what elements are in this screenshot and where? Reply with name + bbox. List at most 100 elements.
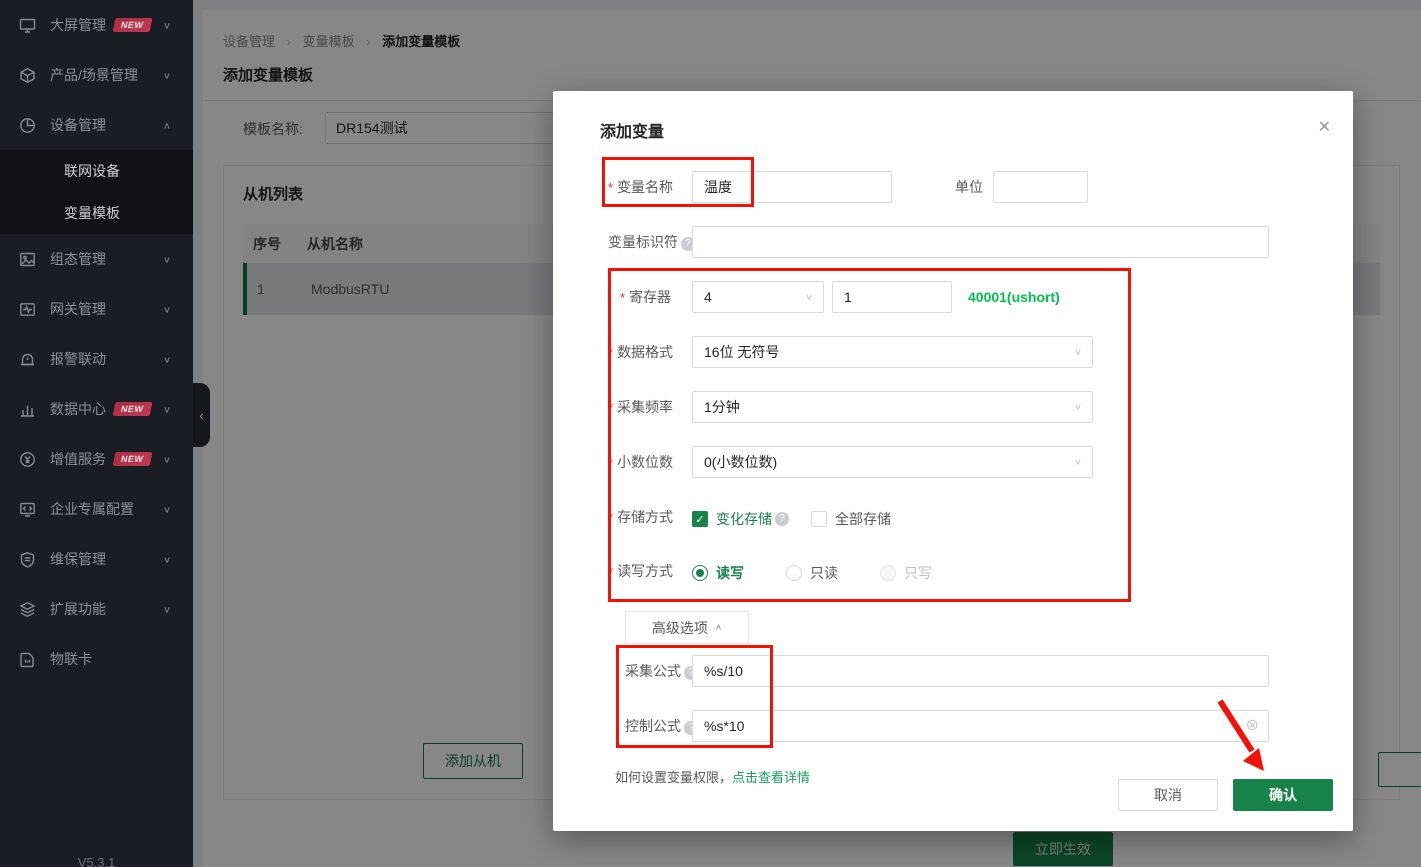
new-badge: NEW: [113, 402, 152, 416]
checkbox-checked[interactable]: ✓: [692, 511, 708, 527]
chevron-down-icon: ∨: [163, 70, 171, 80]
pie-chart-icon: [18, 116, 36, 134]
sidebar-item-product[interactable]: 产品/场景管理 ∨: [0, 50, 193, 100]
sidebar-item-label: 产品/场景管理: [50, 65, 138, 85]
sidebar-item-networked-devices[interactable]: 联网设备: [0, 150, 193, 192]
required-mark: *: [608, 564, 613, 579]
unit-input[interactable]: [993, 171, 1088, 203]
sidebar-item-label: 物联卡: [50, 649, 92, 669]
permission-note: 如何设置变量权限，点击查看详情: [615, 767, 810, 786]
terminal-icon: [18, 500, 36, 518]
sidebar-item-label: 设备管理: [50, 115, 106, 135]
new-badge: NEW: [113, 18, 152, 32]
variable-name-label: *变量名称: [608, 171, 673, 204]
collect-formula-input[interactable]: %s/10: [692, 655, 1269, 687]
sidebar-item-maintenance[interactable]: 维保管理 ∨: [0, 534, 193, 584]
radio-unselected[interactable]: [786, 565, 802, 581]
register-hint: 40001(ushort): [968, 281, 1060, 313]
collect-formula-label: 采集公式?: [625, 655, 698, 687]
radio-selected[interactable]: [692, 565, 708, 581]
chevron-down-icon: ∨: [163, 504, 171, 514]
storage-option-all-label: 全部存储: [835, 509, 891, 529]
collapse-icon: ‹: [199, 408, 203, 423]
collect-freq-select[interactable]: 1分钟 ∨: [692, 391, 1093, 423]
sidebar-item-label: 变量模板: [64, 203, 120, 223]
register-address-input[interactable]: 1: [832, 281, 952, 313]
app-window: 大屏管理 NEW ∨ 产品/场景管理 ∨ 设备管理 ∧ 联网设备 变量模板 组态…: [0, 0, 1421, 867]
shield-icon: [18, 550, 36, 568]
rw-option-readwrite-label: 读写: [716, 563, 744, 583]
rw-option-writeonly-label: 只写: [904, 563, 932, 583]
sidebar-item-variable-template[interactable]: 变量模板: [0, 192, 193, 234]
register-type-select[interactable]: 4 ∨: [692, 281, 824, 313]
sidebar-item-label: 企业专属配置: [50, 499, 134, 519]
unit-label: 单位: [955, 171, 983, 203]
add-variable-modal: 添加变量 ✕ *变量名称 温度 单位 变量标识符? *寄存器 4 ∨ 1 400…: [553, 91, 1353, 831]
clear-input-icon[interactable]: ⊗: [1246, 718, 1259, 734]
identifier-input[interactable]: [692, 226, 1269, 258]
chevron-down-icon: ∨: [1074, 396, 1082, 419]
chevron-down-icon: ∨: [163, 604, 171, 614]
advanced-options-toggle[interactable]: 高级选项 ∧: [625, 611, 749, 644]
layers-icon: [18, 600, 36, 618]
sidebar-item-label: 数据中心: [50, 399, 106, 419]
required-mark: *: [608, 180, 613, 195]
alarm-bell-icon: [18, 350, 36, 368]
sim-card-icon: [18, 650, 36, 668]
view-details-link[interactable]: 点击查看详情: [732, 770, 810, 785]
sidebar-item-label: 增值服务: [50, 449, 106, 469]
storage-option-change-label: 变化存储: [716, 509, 772, 529]
coin-icon: [18, 450, 36, 468]
sidebar-item-datacenter[interactable]: 数据中心 NEW ∨: [0, 384, 193, 434]
sidebar-item-label: 扩展功能: [50, 599, 106, 619]
sidebar-item-iot-card[interactable]: 物联卡: [0, 634, 193, 684]
screen-icon: [18, 16, 36, 34]
rw-options: 读写 只读 只写: [692, 563, 932, 583]
sidebar-item-scada[interactable]: 组态管理 ∨: [0, 234, 193, 284]
sidebar-item-label: 维保管理: [50, 549, 106, 569]
identifier-label: 变量标识符?: [608, 226, 695, 258]
chevron-down-icon: ∨: [1074, 341, 1082, 364]
storage-mode-label: *存储方式: [608, 501, 673, 534]
sidebar-item-gateway[interactable]: 网关管理 ∨: [0, 284, 193, 334]
required-mark: *: [608, 400, 613, 415]
collect-freq-label: *采集频率: [608, 391, 673, 424]
radio-disabled: [880, 565, 896, 581]
chevron-up-icon: ∧: [715, 623, 722, 631]
cube-icon: [18, 66, 36, 84]
sidebar-item-bigscreen[interactable]: 大屏管理 NEW ∨: [0, 0, 193, 50]
data-format-select[interactable]: 16位 无符号 ∨: [692, 336, 1093, 368]
image-icon: [18, 250, 36, 268]
chevron-down-icon: ∨: [163, 304, 171, 314]
chevron-down-icon: ∨: [163, 354, 171, 364]
sidebar-item-device[interactable]: 设备管理 ∧: [0, 100, 193, 150]
sidebar-item-label: 大屏管理: [50, 15, 106, 35]
sidebar-item-alarm[interactable]: 报警联动 ∨: [0, 334, 193, 384]
new-badge: NEW: [113, 452, 152, 466]
sidebar-submenu-device: 联网设备 变量模板: [0, 150, 193, 234]
sidebar-item-extensions[interactable]: 扩展功能 ∨: [0, 584, 193, 634]
chevron-down-icon: ∨: [163, 454, 171, 464]
version-label: V5.3.1: [0, 855, 193, 867]
sidebar-item-label: 组态管理: [50, 249, 106, 269]
variable-name-input[interactable]: 温度: [692, 171, 892, 203]
chevron-down-icon: ∨: [163, 404, 171, 414]
checkbox-unchecked[interactable]: [811, 511, 827, 527]
sidebar-collapse-handle[interactable]: ‹: [193, 383, 210, 447]
confirm-button[interactable]: 确认: [1233, 779, 1333, 811]
rw-option-readonly-label: 只读: [810, 563, 838, 583]
chevron-down-icon: ∨: [805, 286, 813, 309]
sidebar-item-value-added[interactable]: 增值服务 NEW ∨: [0, 434, 193, 484]
decimals-select[interactable]: 0(小数位数) ∨: [692, 446, 1093, 478]
help-icon[interactable]: ?: [775, 512, 789, 526]
required-mark: *: [608, 345, 613, 360]
required-mark: *: [608, 510, 613, 525]
control-formula-input[interactable]: %s*10 ⊗: [692, 710, 1269, 742]
cancel-button[interactable]: 取消: [1118, 779, 1218, 811]
sidebar-item-enterprise-config[interactable]: 企业专属配置 ∨: [0, 484, 193, 534]
check-icon: ✓: [695, 513, 704, 526]
sidebar-item-label: 网关管理: [50, 299, 106, 319]
required-mark: *: [620, 290, 625, 305]
sidebar-item-label: 报警联动: [50, 349, 106, 369]
close-icon[interactable]: ✕: [1318, 117, 1331, 137]
